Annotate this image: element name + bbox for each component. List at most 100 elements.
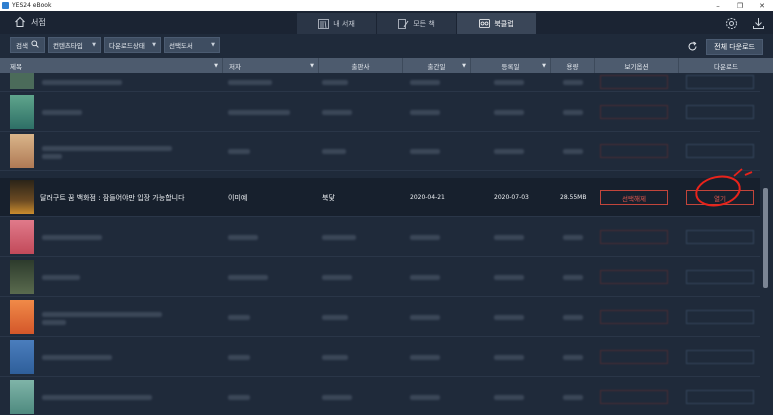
blurred-button[interactable] (600, 390, 668, 404)
blurred-text (322, 275, 352, 280)
maximize-button[interactable]: ❐ (735, 2, 745, 10)
gear-icon[interactable] (725, 15, 738, 34)
open-button[interactable]: 열기 (686, 190, 754, 205)
search-icon (31, 40, 39, 50)
blurred-text (494, 149, 524, 154)
blurred-text (494, 110, 524, 115)
column-header-publisher[interactable]: 출판사 (318, 58, 402, 73)
deselect-button[interactable]: 선택해제 (600, 190, 668, 205)
table-row[interactable] (0, 132, 760, 171)
book-cover (10, 260, 34, 294)
column-header-pub-date[interactable]: 출간일 ▼ (402, 58, 470, 73)
store-label: 서점 (31, 17, 46, 27)
vertical-scrollbar[interactable] (762, 73, 770, 415)
refresh-icon[interactable] (687, 37, 698, 56)
column-header-title[interactable]: 제목 ▼ (0, 58, 222, 73)
tab-bookclub[interactable]: 북클럽 (456, 13, 536, 34)
book-cover (10, 95, 34, 129)
tab-my-library[interactable]: 내 서재 (296, 13, 376, 34)
blurred-text (228, 149, 250, 154)
blurred-button[interactable] (686, 270, 754, 284)
blurred-text (42, 154, 62, 159)
minimize-button[interactable]: – (713, 2, 723, 10)
book-size: 28.55MB (560, 194, 587, 201)
blurred-text (563, 80, 583, 85)
search-label: 검색 (16, 42, 28, 50)
blurred-text (563, 395, 583, 400)
book-reg-date: 2020-07-03 (494, 194, 529, 201)
blurred-text (410, 395, 440, 400)
blurred-button[interactable] (686, 350, 754, 364)
window-title: YES24 eBook (12, 2, 52, 9)
blurred-button[interactable] (686, 230, 754, 244)
book-list: 달러구트 꿈 백화점 : 잠들어야만 입장 가능합니다 이미예 북닻 2020-… (0, 73, 760, 415)
download-status-select[interactable]: 다운로드상태 ▼ (103, 37, 161, 53)
selected-books-select[interactable]: 선택도서 ▼ (163, 37, 220, 53)
blurred-button[interactable] (686, 75, 754, 89)
close-button[interactable]: ✕ (757, 2, 767, 10)
table-row[interactable] (0, 258, 760, 297)
table-row[interactable] (0, 73, 760, 92)
tab-all-books[interactable]: 모든 책 (376, 13, 456, 34)
blurred-button[interactable] (600, 75, 668, 89)
tab-label: 내 서재 (333, 19, 355, 28)
column-header-download[interactable]: 다운로드 (678, 58, 773, 73)
blurred-text (42, 110, 82, 115)
column-header-size[interactable]: 용량 (550, 58, 594, 73)
blurred-button[interactable] (600, 105, 668, 119)
download-icon[interactable] (752, 15, 765, 34)
blurred-button[interactable] (600, 310, 668, 324)
table-row[interactable] (0, 378, 760, 415)
content-type-select[interactable]: 컨텐츠타입 ▼ (47, 37, 101, 53)
blurred-button[interactable] (686, 105, 754, 119)
blurred-text (494, 355, 524, 360)
table-row[interactable] (0, 298, 760, 337)
download-all-button[interactable]: 전체 다운로드 (706, 38, 763, 55)
blurred-text (410, 355, 440, 360)
chevron-down-icon: ▼ (211, 42, 215, 48)
book-author: 이미예 (228, 194, 248, 202)
blurred-text (410, 149, 440, 154)
column-label: 등록일 (501, 62, 520, 71)
header-actions (725, 15, 765, 34)
chevron-down-icon: ▼ (152, 42, 156, 48)
table-row[interactable] (0, 338, 760, 377)
column-label: 다운로드 (714, 62, 738, 71)
column-header-author[interactable]: 저자 ▼ (222, 58, 318, 73)
column-header-view-option[interactable]: 보기옵션 (594, 58, 678, 73)
filter-toolbar: 검색 컨텐츠타입 ▼ 다운로드상태 ▼ 선택도서 ▼ 전체 다운로드 (0, 34, 773, 57)
column-header-reg-date[interactable]: 등록일 ▼ (470, 58, 550, 73)
select-label: 다운로드상태 (108, 42, 145, 50)
search-button[interactable]: 검색 (10, 37, 45, 53)
book-cover (10, 180, 34, 214)
blurred-text (322, 149, 346, 154)
blurred-button[interactable] (600, 270, 668, 284)
table-header: 제목 ▼ 저자 ▼ 출판사 출간일 ▼ 등록일 ▼ 용량 보기옵션 다운로드 (0, 58, 773, 73)
scrollbar-thumb[interactable] (763, 188, 768, 288)
table-row-selected[interactable]: 달러구트 꿈 백화점 : 잠들어야만 입장 가능합니다 이미예 북닻 2020-… (0, 178, 760, 217)
blurred-text (228, 110, 290, 115)
home-icon (14, 16, 26, 28)
blurred-text (494, 275, 524, 280)
blurred-button[interactable] (686, 310, 754, 324)
book-cover (10, 220, 34, 254)
blurred-button[interactable] (600, 144, 668, 158)
store-button[interactable]: 서점 (14, 15, 46, 29)
blurred-text (322, 110, 352, 115)
blurred-text (494, 315, 524, 320)
blurred-button[interactable] (600, 230, 668, 244)
book-title[interactable]: 달러구트 꿈 백화점 : 잠들어야만 입장 가능합니다 (40, 193, 185, 203)
column-label: 제목 (10, 62, 22, 71)
table-row[interactable] (0, 93, 760, 132)
blurred-text (410, 235, 440, 240)
table-row[interactable] (0, 218, 760, 257)
blurred-text (410, 110, 440, 115)
bookclub-icon (479, 19, 491, 28)
blurred-text (42, 395, 152, 400)
blurred-button[interactable] (686, 390, 754, 404)
blurred-text (322, 80, 348, 85)
blurred-button[interactable] (600, 350, 668, 364)
blurred-text (563, 315, 583, 320)
blurred-button[interactable] (686, 144, 754, 158)
blurred-text (563, 275, 583, 280)
